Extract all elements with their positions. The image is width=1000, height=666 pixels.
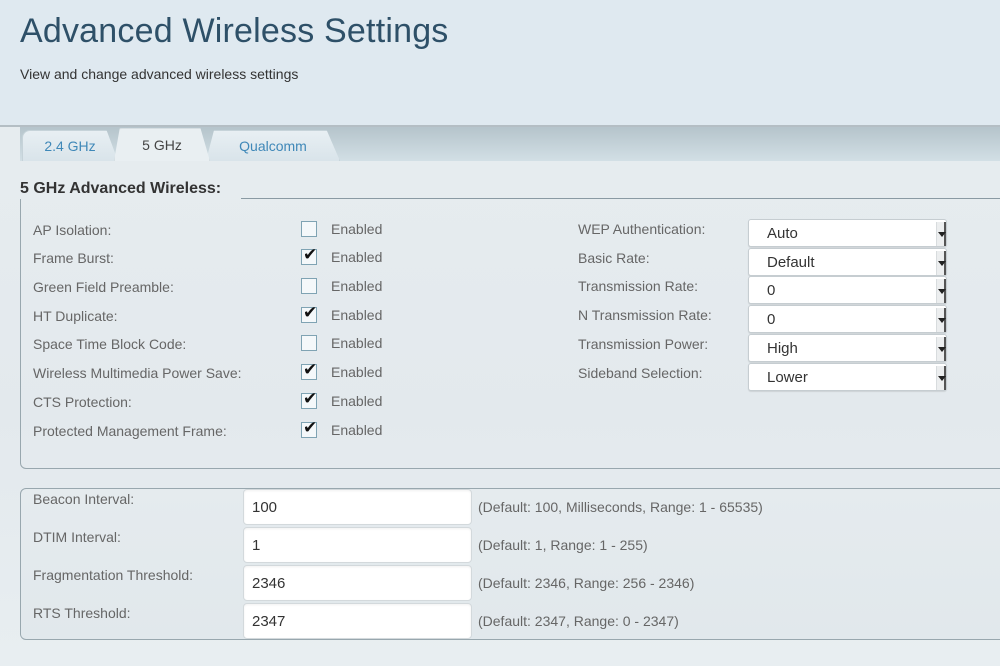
- dropdown-value: 0: [767, 282, 776, 299]
- setting-dropdown[interactable]: Auto: [748, 219, 947, 247]
- dropdown-value: Lower: [767, 369, 808, 386]
- enabled-checkbox[interactable]: ✔: [301, 360, 317, 380]
- enabled-checkbox[interactable]: [301, 335, 317, 351]
- enabled-checkbox[interactable]: ✔: [301, 245, 317, 265]
- enabled-checkbox[interactable]: ✔: [301, 418, 317, 438]
- checkmark-icon: ✔: [303, 360, 318, 380]
- chevron-down-icon[interactable]: [936, 251, 946, 275]
- setting-text-input[interactable]: [243, 603, 472, 639]
- setting-dropdown[interactable]: Lower: [748, 363, 947, 391]
- select-row-label: N Transmission Rate:: [578, 307, 712, 323]
- checkbox-row-label: Protected Management Frame:: [33, 423, 227, 439]
- select-row-label: Transmission Power:: [578, 336, 709, 352]
- checkmark-icon: ✔: [303, 389, 318, 409]
- dropdown-value: Default: [767, 254, 815, 271]
- tab-5-ghz[interactable]: 5 GHz: [114, 128, 210, 161]
- checkbox-option-label[interactable]: Enabled: [331, 307, 382, 323]
- enabled-checkbox[interactable]: ✔: [301, 303, 317, 323]
- field-hint: (Default: 100, Milliseconds, Range: 1 - …: [478, 499, 763, 515]
- chevron-down-icon[interactable]: [936, 337, 946, 361]
- page-subtitle: View and change advanced wireless settin…: [20, 66, 299, 82]
- setting-text-input[interactable]: [243, 565, 472, 601]
- checkmark-icon: ✔: [303, 418, 318, 438]
- checkbox-row-label: Space Time Block Code:: [33, 336, 187, 352]
- field-hint: (Default: 1, Range: 1 - 255): [478, 537, 648, 553]
- select-row-label: Sideband Selection:: [578, 365, 703, 381]
- dropdown-value: High: [767, 340, 798, 357]
- checkmark-icon: ✔: [303, 303, 318, 323]
- field-hint: (Default: 2346, Range: 256 - 2346): [478, 575, 695, 591]
- checkbox-option-label[interactable]: Enabled: [331, 364, 382, 380]
- checkmark-icon: ✔: [303, 245, 318, 265]
- enabled-checkbox[interactable]: ✔: [301, 389, 317, 409]
- tab-qualcomm[interactable]: Qualcomm: [206, 130, 340, 161]
- tab-bar-edge: [0, 127, 20, 161]
- checkbox-row-label: HT Duplicate:: [33, 308, 118, 324]
- chevron-down-icon[interactable]: [936, 308, 946, 332]
- select-row-label: Basic Rate:: [578, 250, 650, 266]
- setting-dropdown[interactable]: 0: [748, 305, 947, 333]
- field-label: DTIM Interval:: [33, 529, 121, 545]
- chevron-down-icon[interactable]: [936, 222, 946, 246]
- checkbox-row-label: CTS Protection:: [33, 394, 132, 410]
- checkbox-row-label: AP Isolation:: [33, 222, 112, 238]
- setting-text-input[interactable]: [243, 527, 472, 563]
- tab-2-4-ghz[interactable]: 2.4 GHz: [22, 130, 118, 161]
- select-row-label: Transmission Rate:: [578, 278, 699, 294]
- field-label: Fragmentation Threshold:: [33, 567, 194, 583]
- checkbox-option-label[interactable]: Enabled: [331, 249, 382, 265]
- enabled-checkbox[interactable]: [301, 278, 317, 294]
- checkbox-option-label[interactable]: Enabled: [331, 393, 382, 409]
- field-label: Beacon Interval:: [33, 491, 135, 507]
- enabled-checkbox[interactable]: [301, 221, 317, 237]
- checkbox-option-label[interactable]: Enabled: [331, 278, 382, 294]
- checkbox-option-label[interactable]: Enabled: [331, 221, 382, 237]
- page-title: Advanced Wireless Settings: [20, 12, 449, 50]
- checkbox-option-label[interactable]: Enabled: [331, 422, 382, 438]
- setting-dropdown[interactable]: 0: [748, 276, 947, 304]
- dropdown-value: Auto: [767, 225, 798, 242]
- setting-dropdown[interactable]: High: [748, 334, 947, 362]
- chevron-down-icon[interactable]: [936, 366, 946, 390]
- setting-dropdown[interactable]: Default: [748, 248, 947, 276]
- checkbox-row-label: Wireless Multimedia Power Save:: [33, 365, 242, 381]
- checkbox-row-label: Frame Burst:: [33, 250, 114, 266]
- field-hint: (Default: 2347, Range: 0 - 2347): [478, 613, 679, 629]
- field-label: RTS Threshold:: [33, 605, 131, 621]
- checkbox-option-label[interactable]: Enabled: [331, 335, 382, 351]
- section-title: 5 GHz Advanced Wireless:: [20, 180, 222, 197]
- dropdown-value: 0: [767, 311, 776, 328]
- chevron-down-icon[interactable]: [936, 279, 946, 303]
- checkbox-row-label: Green Field Preamble:: [33, 279, 174, 295]
- setting-text-input[interactable]: [243, 489, 472, 525]
- select-row-label: WEP Authentication:: [578, 221, 706, 237]
